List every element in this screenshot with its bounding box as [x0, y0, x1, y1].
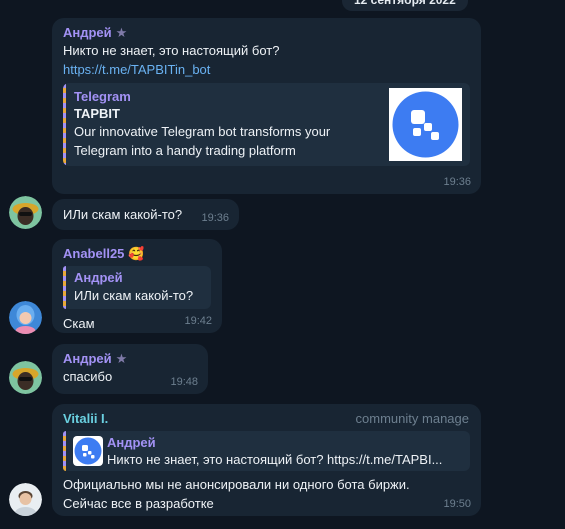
- message-time: 19:50: [443, 498, 471, 510]
- message-author[interactable]: Anabell25 🥰: [63, 245, 211, 262]
- author-name[interactable]: Anabell25: [63, 245, 124, 262]
- reply-quote[interactable]: Андрей Никто не знает, это настоящий бот…: [63, 431, 470, 471]
- message-text: Официально мы не анонсировали ни одного …: [63, 475, 470, 513]
- message-time: 19:48: [170, 376, 198, 388]
- avatar-image: [9, 196, 42, 229]
- author-emoji: 🥰: [128, 246, 145, 261]
- preview-thumbnail[interactable]: [389, 88, 462, 161]
- message-time: 19:36: [201, 212, 229, 224]
- message-author[interactable]: Андрей ★: [63, 350, 197, 367]
- message-text: Никто не знает, это настоящий бот?: [63, 43, 280, 58]
- message-bubble[interactable]: ИЛи скам какой-то? 19:36: [52, 199, 239, 230]
- date-pill: 12 сентября 2022: [342, 0, 468, 11]
- author-name[interactable]: Vitalii I.: [63, 410, 108, 427]
- avatar-image: [9, 301, 42, 334]
- reply-author: Андрей: [74, 270, 123, 285]
- author-name[interactable]: Андрей: [63, 350, 112, 367]
- reply-text: Никто не знает, это настоящий бот? https…: [107, 452, 443, 467]
- avatar[interactable]: [9, 301, 42, 334]
- message-bubble[interactable]: Anabell25 🥰 Андрей ИЛи скам какой-то? Ск…: [52, 239, 222, 333]
- tapbit-logo-icon: [392, 91, 459, 158]
- message-author[interactable]: Андрей ★: [63, 24, 470, 41]
- message-text-line: Сейчас все в разработке: [63, 496, 214, 511]
- star-icon: ★: [115, 351, 128, 366]
- reply-quote[interactable]: Андрей ИЛи скам какой-то?: [63, 266, 211, 309]
- avatar[interactable]: [9, 483, 42, 516]
- reply-author: Андрей: [107, 435, 156, 450]
- message-time: 19:42: [184, 315, 212, 327]
- avatar[interactable]: [9, 196, 42, 229]
- message-time: 19:36: [443, 176, 471, 188]
- member-role: community manage: [355, 411, 469, 426]
- avatar-image: [9, 361, 42, 394]
- message-link[interactable]: https://t.me/TAPBITin_bot: [63, 60, 470, 79]
- message-bubble[interactable]: Андрей ★ спасибо 19:48: [52, 344, 208, 394]
- reply-text: ИЛи скам какой-то?: [74, 288, 194, 303]
- avatar[interactable]: [9, 361, 42, 394]
- avatar-image: [9, 483, 42, 516]
- message-text-line: Официально мы не анонсировали ни одного …: [63, 477, 410, 492]
- reply-thumbnail: [73, 436, 103, 466]
- link-preview[interactable]: Telegram TAPBIT Our innovative Telegram …: [63, 83, 470, 166]
- author-name[interactable]: Андрей: [63, 24, 112, 41]
- tapbit-logo-icon: [74, 437, 102, 465]
- message-bubble[interactable]: Vitalii I. community manage Андрей Никто…: [52, 404, 481, 516]
- star-icon: ★: [115, 25, 128, 40]
- message-bubble[interactable]: Андрей ★ Никто не знает, это настоящий б…: [52, 18, 481, 194]
